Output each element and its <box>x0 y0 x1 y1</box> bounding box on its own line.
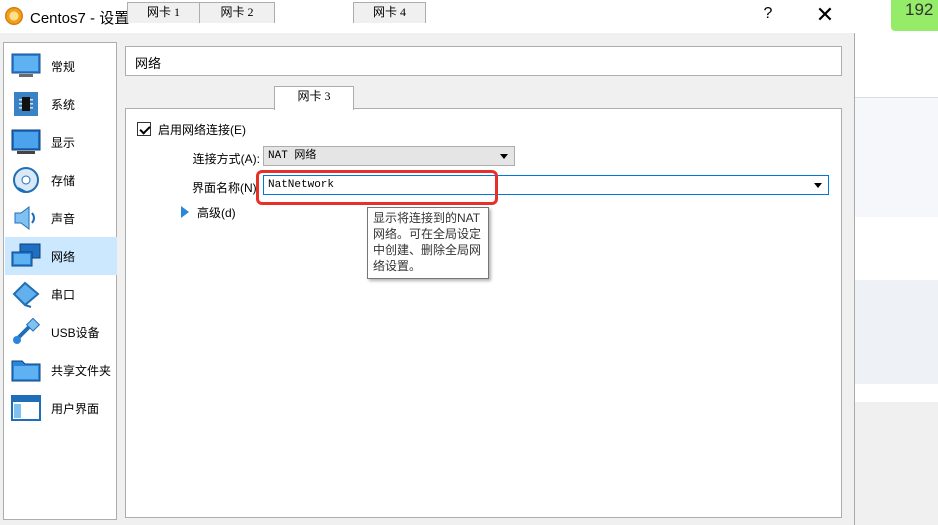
network-icon <box>9 241 43 271</box>
general-icon <box>9 51 43 81</box>
sidebar-item-label: 网络 <box>51 249 76 264</box>
chevron-down-icon <box>500 154 508 159</box>
annotation-highlight <box>256 170 498 205</box>
name-label: 界面名称(N): <box>192 181 260 195</box>
sidebar-item-network[interactable]: 网络 <box>5 237 117 275</box>
attached-to-label: 连接方式(A): <box>192 152 260 166</box>
section-header: 网络 <box>125 46 842 76</box>
virtualbox-app-icon <box>5 7 23 25</box>
window-title: Centos7 - 设置 <box>30 10 130 27</box>
attached-to-value: NAT 网络 <box>268 150 317 162</box>
tab-adapter-2[interactable]: 网卡 2 <box>199 2 275 23</box>
enable-network-checkbox[interactable]: 启用网络连接(E) <box>137 121 246 137</box>
shared-folder-icon <box>9 355 43 385</box>
close-button[interactable]: ✕ <box>812 2 838 28</box>
tooltip: 显示将连接到的NAT网络。可在全局设定中创建、删除全局网络设置。 <box>367 207 489 279</box>
sidebar-item-label: 存储 <box>51 173 76 188</box>
settings-sidebar: 常规 系统 显示 存储 声音 网络 串口 USB设备 共享文件夹 用户界面 <box>3 42 117 520</box>
tab-adapter-1[interactable]: 网卡 1 <box>127 2 200 23</box>
help-button[interactable]: ? <box>758 5 778 27</box>
sidebar-item-audio[interactable]: 声音 <box>5 199 117 237</box>
section-title: 网络 <box>135 56 162 71</box>
background-strip <box>855 402 938 525</box>
user-interface-icon <box>9 393 43 423</box>
sidebar-item-storage[interactable]: 存储 <box>5 161 117 199</box>
advanced-expander[interactable]: 高级(d) <box>181 204 236 220</box>
sidebar-item-label: 系统 <box>51 97 76 112</box>
background-thumbnail <box>855 97 938 217</box>
serial-port-icon <box>9 279 43 309</box>
enable-network-label: 启用网络连接(E) <box>158 122 246 137</box>
background-thumbnail <box>855 280 938 384</box>
storage-disc-icon <box>9 165 43 195</box>
sidebar-item-general[interactable]: 常规 <box>5 47 117 85</box>
sidebar-item-label: 显示 <box>51 135 76 150</box>
sidebar-item-label: USB设备 <box>51 325 100 340</box>
sidebar-item-usb[interactable]: USB设备 <box>5 313 117 351</box>
chevron-down-icon <box>814 183 822 188</box>
sidebar-item-label: 声音 <box>51 211 76 226</box>
background-badge: 192 <box>891 0 938 31</box>
sidebar-item-serial[interactable]: 串口 <box>5 275 117 313</box>
sidebar-item-shared-folders[interactable]: 共享文件夹 <box>5 351 117 389</box>
tab-adapter-3[interactable]: 网卡 3 <box>274 86 354 110</box>
sidebar-item-system[interactable]: 系统 <box>5 85 117 123</box>
sidebar-item-label: 串口 <box>51 287 76 302</box>
sidebar-item-display[interactable]: 显示 <box>5 123 117 161</box>
expand-triangle-icon <box>181 206 189 218</box>
attached-to-select[interactable]: NAT 网络 <box>263 146 515 166</box>
usb-icon <box>9 317 43 347</box>
display-monitor-icon <box>9 127 43 157</box>
tab-adapter-4[interactable]: 网卡 4 <box>353 2 426 23</box>
sidebar-item-label: 共享文件夹 <box>51 363 112 378</box>
sidebar-item-label: 用户界面 <box>51 401 100 416</box>
sidebar-item-user-interface[interactable]: 用户界面 <box>5 389 117 427</box>
advanced-label: 高级(d) <box>197 205 236 220</box>
sidebar-item-label: 常规 <box>51 59 76 74</box>
audio-speaker-icon <box>9 203 43 233</box>
system-chip-icon <box>9 89 43 119</box>
checkbox-checked[interactable] <box>137 122 151 136</box>
settings-dialog: Centos7 - 设置 ? ✕ 常规 系统 显示 存储 声音 网络 串口 US… <box>0 0 855 525</box>
